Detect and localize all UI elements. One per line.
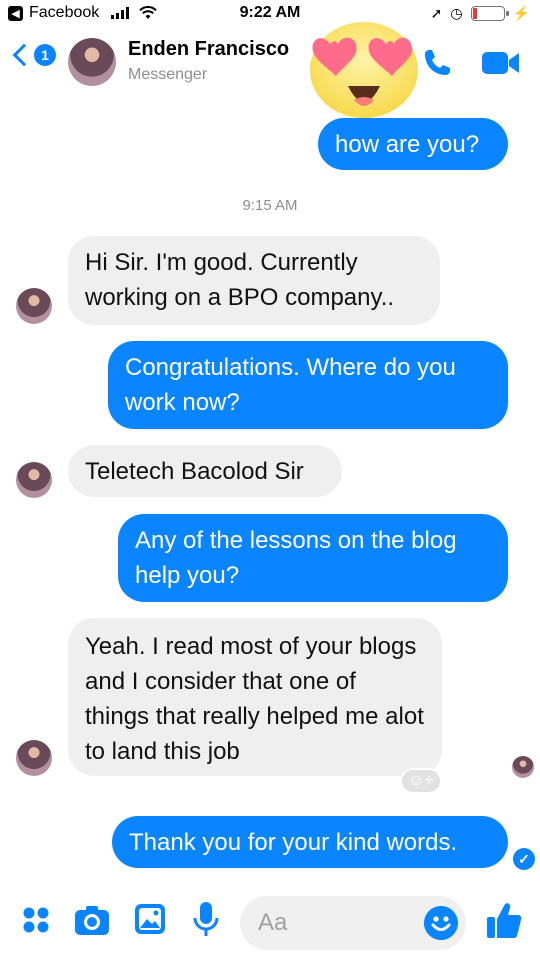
message-timestamp: 9:15 AM: [242, 197, 298, 214]
back-chevron-icon: [12, 43, 36, 67]
add-reaction-icon[interactable]: ☺+: [400, 768, 442, 794]
avatar[interactable]: [16, 288, 52, 324]
sent-check-icon: ✓: [513, 848, 535, 870]
avatar[interactable]: [16, 740, 52, 776]
contact-avatar[interactable]: [68, 38, 116, 86]
back-button[interactable]: 1: [10, 43, 56, 67]
camera-icon[interactable]: [74, 904, 110, 936]
message-incoming[interactable]: Teletech Bacolod Sir: [68, 445, 342, 497]
contact-name[interactable]: Enden Francisco: [128, 38, 289, 61]
thumbs-up-icon[interactable]: [486, 900, 522, 940]
battery-icon: [470, 6, 509, 21]
alarm-icon: ◷: [450, 5, 463, 21]
message-input[interactable]: [258, 906, 418, 940]
video-camera-icon[interactable]: [482, 50, 520, 76]
charging-icon: ⚡: [512, 5, 530, 21]
contact-subtitle: Messenger: [128, 66, 208, 83]
message-outgoing[interactable]: Thank you for your kind words.: [112, 816, 508, 868]
microphone-icon[interactable]: [192, 901, 220, 939]
message-outgoing[interactable]: Any of the lessons on the blog help you?: [118, 514, 508, 602]
message-incoming[interactable]: Yeah. I read most of your blogs and I co…: [68, 618, 442, 776]
seen-indicator-avatar: [512, 756, 534, 778]
status-right: ➚ ◷ ⚡: [431, 5, 530, 22]
heart-eyes-emoji: [310, 22, 418, 118]
avatar[interactable]: [16, 462, 52, 498]
message-outgoing[interactable]: how are you?: [318, 118, 508, 170]
chat-header: 1 Enden Francisco Messenger: [0, 28, 540, 96]
location-icon: ➚: [430, 5, 443, 21]
message-outgoing[interactable]: Congratulations. Where do you work now?: [108, 341, 508, 429]
status-bar: ◀ Facebook 9:22 AM ➚ ◷ ⚡: [0, 0, 540, 28]
apps-grid-icon[interactable]: [22, 906, 50, 934]
message-composer[interactable]: [240, 896, 466, 950]
composer-bar: [0, 888, 540, 960]
photo-icon[interactable]: [134, 903, 166, 935]
message-incoming[interactable]: Hi Sir. I'm good. Currently working on a…: [68, 236, 440, 325]
smiley-icon[interactable]: [424, 906, 458, 940]
unread-count-badge: 1: [34, 44, 56, 66]
phone-icon[interactable]: [420, 46, 454, 80]
